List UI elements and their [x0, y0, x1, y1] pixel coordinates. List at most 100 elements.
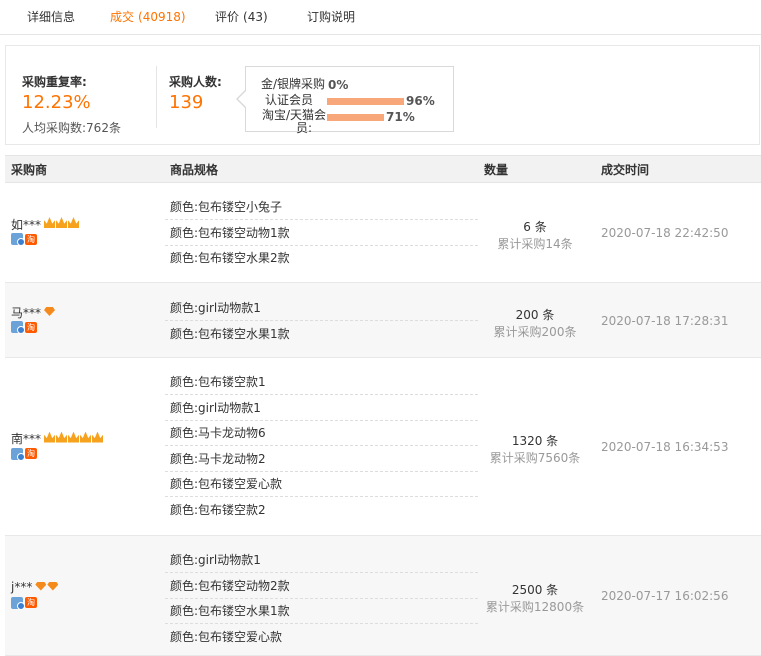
tab-transactions-count: (40918)	[138, 10, 186, 24]
stats-divider	[156, 66, 157, 128]
table-row: 马*** 淘 颜色:girl动物款1 颜色:包布镂空水果1款 200 条累计采购200条…	[5, 283, 761, 358]
tooltip-percent: 96%	[406, 94, 435, 108]
spec-item: 颜色:包布镂空水果1款	[170, 326, 290, 341]
tooltip-row: 认证会员 96%	[246, 93, 455, 109]
tab-reviews[interactable]: 评价 (43)	[215, 8, 268, 25]
crown-icon	[80, 431, 92, 443]
spec-item: 颜色:包布镂空款2	[170, 503, 266, 517]
tab-transactions-label: 成交	[110, 10, 135, 24]
header-time: 成交时间	[601, 163, 650, 177]
transaction-time: 2020-07-18 22:42:50	[601, 225, 729, 240]
tooltip-label-line1: 淘宝/天猫会	[261, 108, 326, 122]
buyer-level-icons	[44, 217, 80, 231]
taobao-icon[interactable]: 淘	[25, 321, 37, 333]
buyer-name-text: j***	[11, 579, 33, 594]
buyer-badges: 淘	[11, 232, 37, 246]
buyer-level-icons	[44, 305, 56, 319]
crown-icon	[68, 217, 80, 228]
tooltip-row: 金/银牌采购 0%	[246, 77, 455, 93]
table-row: 如*** 淘 颜色:包布镂空小兔子 颜色:包布镂空动物1款 颜色:包布镂空水果2款 6 条…	[5, 182, 761, 283]
tooltip-bar	[327, 98, 404, 105]
avg-purchase-value: 762条	[86, 121, 121, 135]
taobao-icon[interactable]: 淘	[25, 597, 37, 608]
total-purchased: 累计采购12800条	[485, 600, 585, 614]
table-row: 南*** 淘 颜色:包布镂空款1 颜色:girl动物款1 颜色:马卡龙动物6 颜色:马卡龙…	[5, 358, 761, 536]
tooltip-percent: 71%	[386, 110, 415, 124]
buyer-level-icons	[35, 580, 59, 594]
taobao-icon[interactable]: 淘	[25, 233, 37, 245]
buyers-value: 139	[169, 92, 204, 113]
spec-item: 颜色:包布镂空小兔子	[165, 195, 478, 220]
table-header: 采购商 商品规格 数量 成交时间	[5, 155, 761, 183]
crown-icon	[92, 431, 104, 443]
crown-icon	[68, 431, 80, 443]
tooltip-label: 金/银牌采购	[261, 77, 326, 91]
quantity: 200 条	[515, 307, 555, 322]
avg-purchase-label: 人均采购数:	[22, 121, 87, 135]
spec-item: 颜色:包布镂空水果1款	[165, 599, 478, 625]
tooltip-row: 淘宝/天猫会 员: 71%	[246, 109, 455, 135]
buyer-name[interactable]: 马***	[11, 304, 56, 321]
total-purchased: 累计采购7560条	[489, 451, 581, 465]
spec-item: 颜色:包布镂空款1	[165, 370, 478, 395]
diamond-icon	[35, 581, 47, 591]
buyer-level-icons	[44, 431, 104, 446]
tab-bar: 详细信息 成交 (40918) 评价 (43) 订购说明	[0, 0, 761, 35]
tooltip-arrow-inner	[238, 91, 246, 107]
diamond-icon	[47, 581, 59, 591]
spec-item: 颜色:girl动物款1	[165, 296, 478, 321]
tab-reviews-count: (43)	[243, 10, 268, 24]
buyer-name[interactable]: 如***	[11, 216, 80, 233]
total-purchased: 累计采购14条	[497, 236, 573, 251]
repeat-rate-value: 12.23%	[22, 92, 91, 113]
buyer-name-text: 南***	[11, 432, 42, 446]
spec-item: 颜色:马卡龙动物2	[165, 447, 478, 472]
spec-item: 颜色:包布镂空动物2款	[165, 574, 478, 599]
spec-item: 颜色:包布镂空爱心款	[165, 472, 478, 498]
header-quantity: 数量	[484, 163, 509, 177]
spec-item: 颜色:包布镂空动物1款	[165, 221, 478, 246]
spec-item: 颜色:girl动物款1	[165, 396, 478, 421]
verified-member-icon[interactable]	[11, 596, 25, 610]
transaction-time: 2020-07-18 16:34:53	[601, 440, 729, 454]
tab-transactions[interactable]: 成交 (40918)	[110, 8, 186, 25]
tab-order-notes[interactable]: 订购说明	[307, 8, 355, 25]
buyer-badges: 淘	[11, 320, 37, 334]
header-spec: 商品规格	[170, 163, 219, 177]
buyer-name[interactable]: j***	[11, 579, 59, 594]
transaction-time: 2020-07-18 17:28:31	[601, 313, 729, 328]
verified-member-icon[interactable]	[11, 321, 25, 334]
spec-item: 颜色:girl动物款1	[165, 548, 478, 573]
buyer-breakdown-tooltip: 金/银牌采购 0% 认证会员 96% 淘宝/天猫会 员: 71%	[245, 66, 455, 135]
repeat-rate-label: 采购重复率:	[22, 75, 87, 89]
diamond-icon	[44, 307, 56, 316]
quantity: 6 条	[523, 219, 547, 234]
tooltip-label: 淘宝/天猫会 员:	[253, 109, 326, 135]
buyer-name-text: 马***	[11, 305, 42, 320]
quantity: 1320 条	[511, 434, 559, 448]
tooltip-label: 认证会员	[265, 93, 314, 107]
buyer-badges: 淘	[11, 595, 37, 610]
tab-reviews-label: 评价	[215, 10, 240, 24]
crown-icon	[44, 217, 56, 228]
transaction-time: 2020-07-17 16:02:56	[601, 589, 729, 603]
crown-icon	[56, 431, 68, 443]
header-buyer: 采购商	[11, 163, 48, 177]
avg-purchase: 人均采购数:762条	[22, 119, 121, 136]
verified-member-icon[interactable]	[11, 233, 25, 246]
tooltip-percent: 0%	[328, 78, 349, 92]
tab-order-notes-label: 订购说明	[307, 10, 356, 24]
crown-icon	[56, 217, 68, 228]
tab-details-label: 详细信息	[27, 10, 76, 24]
buyer-name[interactable]: 南***	[11, 430, 104, 447]
tooltip-bar	[327, 114, 384, 121]
taobao-icon[interactable]: 淘	[25, 448, 37, 459]
crown-icon	[44, 431, 56, 443]
spec-item: 颜色:包布镂空爱心款	[170, 629, 283, 644]
total-purchased: 累计采购200条	[493, 324, 577, 339]
tooltip-label-line2: 员:	[295, 121, 312, 135]
spec-item: 颜色:马卡龙动物6	[165, 421, 478, 447]
table-row: j*** 淘 颜色:girl动物款1 颜色:包布镂空动物2款 颜色:包布镂空水果1款颜色…	[5, 536, 761, 656]
tab-details[interactable]: 详细信息	[27, 8, 75, 25]
verified-member-icon[interactable]	[11, 447, 25, 461]
